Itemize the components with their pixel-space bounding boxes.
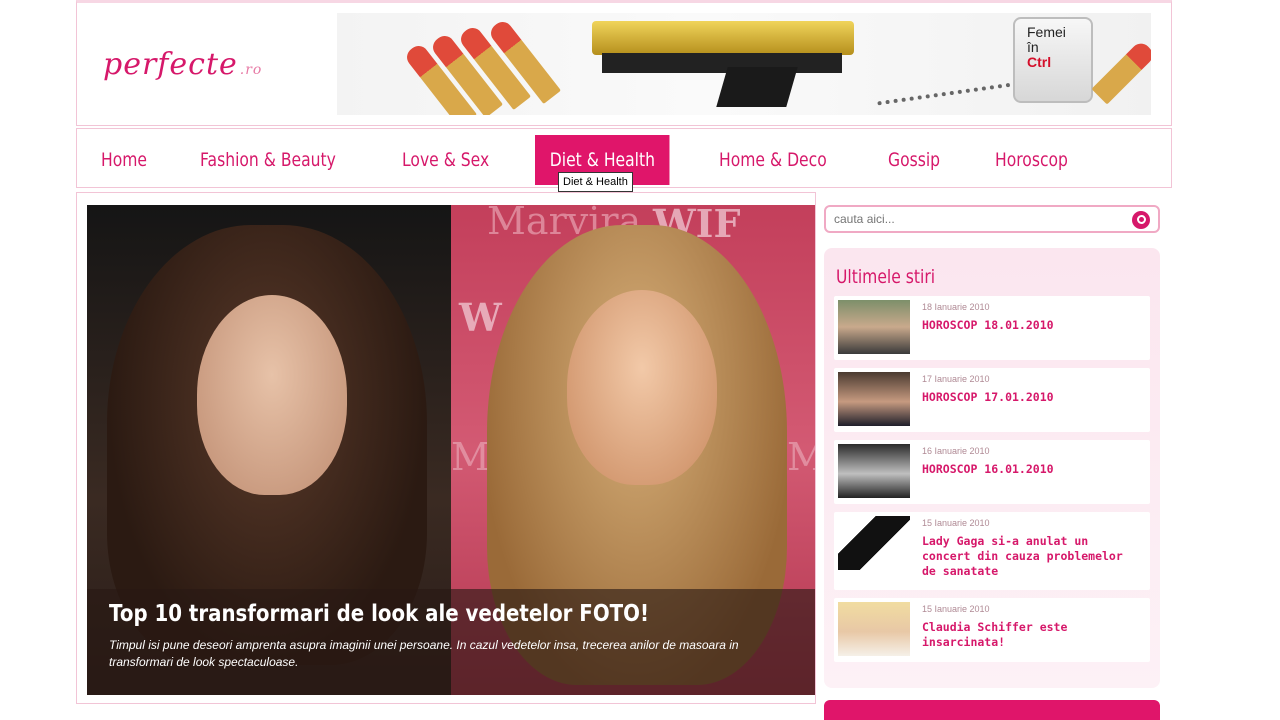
news-date: 17 Ianuarie 2010 (922, 374, 990, 384)
backdrop-text: M (787, 435, 815, 479)
portrait-face (567, 290, 717, 485)
lipstick-image (1091, 39, 1151, 105)
news-link[interactable]: Lady Gaga si-a anulat un concert din cau… (922, 534, 1142, 579)
news-link[interactable]: HOROSCOP 16.01.2010 (922, 462, 1142, 477)
page: perfecte .ro Femei în Ctrl Home Fashion &… (0, 0, 1280, 720)
news-item[interactable]: 15 Ianuarie 2010 Claudia Schiffer este i… (834, 598, 1150, 662)
search-box (824, 205, 1160, 233)
nav-tooltip: Diet & Health (558, 172, 633, 192)
latest-news-title: Ultimele stiri (836, 266, 936, 288)
news-link[interactable]: HOROSCOP 17.01.2010 (922, 390, 1142, 405)
search-input[interactable] (834, 210, 1114, 228)
nav-love-sex[interactable]: Love & Sex (402, 135, 489, 185)
featured-title[interactable]: Top 10 transformari de look ale vedetelo… (109, 601, 697, 627)
news-thumbnail[interactable] (838, 516, 910, 570)
header-banner[interactable]: Femei în Ctrl (337, 13, 1151, 115)
site-logo[interactable]: perfecte .ro (103, 47, 262, 82)
news-thumbnail[interactable] (838, 444, 910, 498)
news-thumbnail[interactable] (838, 372, 910, 426)
news-date: 15 Ianuarie 2010 (922, 604, 990, 614)
portrait-face (197, 295, 347, 495)
news-date: 16 Ianuarie 2010 (922, 446, 990, 456)
gun-image (592, 17, 862, 107)
nav-home[interactable]: Home (101, 135, 147, 185)
search-icon[interactable] (1132, 211, 1150, 229)
keycap-line: în (1027, 39, 1039, 55)
keycap-line: Femei (1027, 24, 1066, 40)
nav-horoscop[interactable]: Horoscop (995, 135, 1068, 185)
keycap-image: Femei în Ctrl (1013, 17, 1093, 103)
news-date: 18 Ianuarie 2010 (922, 302, 990, 312)
featured-excerpt: Timpul isi pune deseori amprenta asupra … (109, 638, 739, 669)
news-item[interactable]: 16 Ianuarie 2010 HOROSCOP 16.01.2010 (834, 440, 1150, 504)
logo-suffix: .ro (239, 62, 263, 78)
featured-caption: Top 10 transformari de look ale vedetelo… (87, 589, 815, 695)
site-header: perfecte .ro Femei în Ctrl (76, 0, 1172, 126)
news-item[interactable]: 18 Ianuarie 2010 HOROSCOP 18.01.2010 (834, 296, 1150, 360)
keycap-line: Ctrl (1027, 54, 1052, 70)
chain-image (877, 80, 1027, 108)
news-thumbnail[interactable] (838, 300, 910, 354)
nav-home-deco[interactable]: Home & Deco (719, 135, 827, 185)
news-thumbnail[interactable] (838, 602, 910, 656)
news-link[interactable]: HOROSCOP 18.01.2010 (922, 318, 1142, 333)
logo-text: perfecte (103, 47, 238, 82)
backdrop-text: W (459, 295, 502, 340)
sidebar-bottom-bar (824, 700, 1160, 720)
news-date: 15 Ianuarie 2010 (922, 518, 990, 528)
latest-news: Ultimele stiri 18 Ianuarie 2010 HOROSCOP… (824, 248, 1160, 688)
featured-article[interactable]: Marvira WIF W Ma M Top 10 transformari d… (87, 205, 815, 695)
news-link[interactable]: Claudia Schiffer este insarcinata! (922, 620, 1142, 650)
nav-fashion-beauty[interactable]: Fashion & Beauty (200, 135, 336, 185)
news-item[interactable]: 15 Ianuarie 2010 Lady Gaga si-a anulat u… (834, 512, 1150, 590)
main-content: Marvira WIF W Ma M Top 10 transformari d… (76, 192, 816, 704)
news-item[interactable]: 17 Ianuarie 2010 HOROSCOP 17.01.2010 (834, 368, 1150, 432)
nav-gossip[interactable]: Gossip (888, 135, 940, 185)
